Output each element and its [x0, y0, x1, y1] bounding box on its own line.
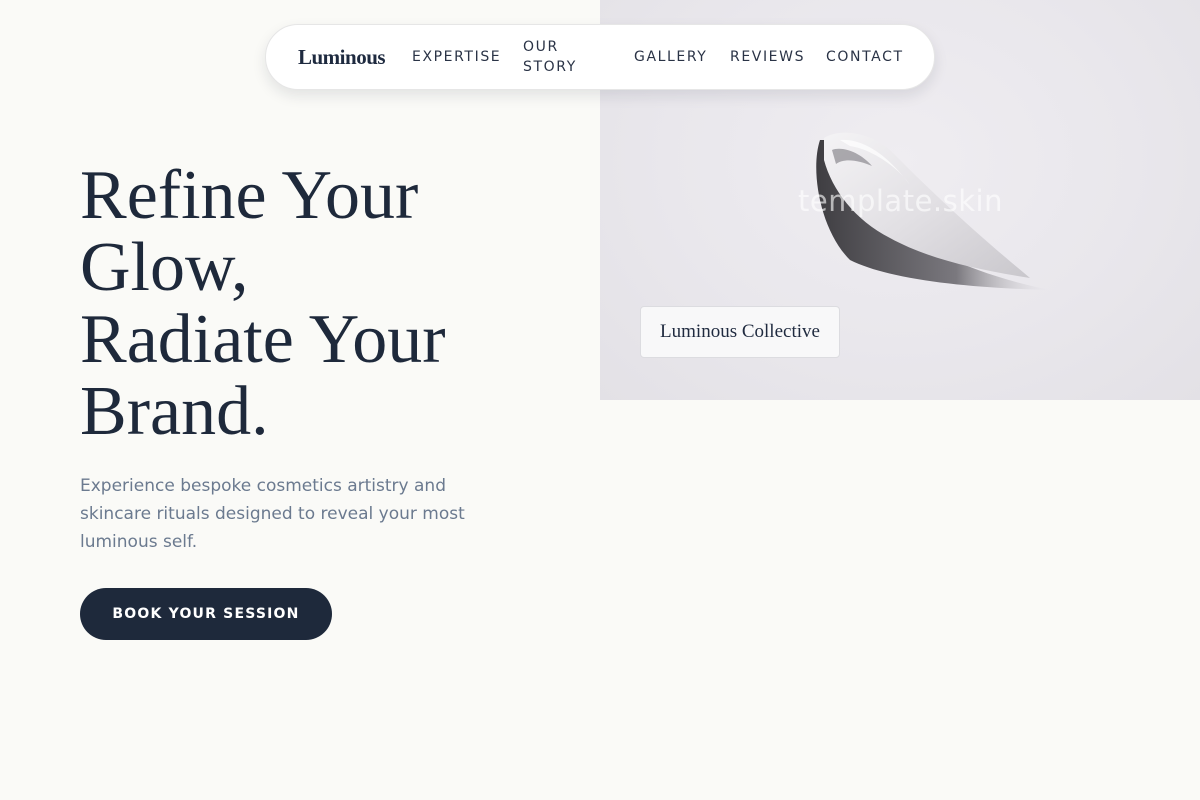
book-session-button[interactable]: BOOK YOUR SESSION	[80, 588, 332, 640]
image-caption-tag: Luminous Collective	[640, 306, 840, 358]
nav-link-gallery[interactable]: GALLERY	[634, 47, 707, 67]
headline-line: Glow,	[80, 229, 249, 306]
hero-subtext: Experience bespoke cosmetics artistry an…	[80, 476, 465, 552]
headline-line: Brand.	[80, 373, 269, 450]
nav-link-contact[interactable]: CONTACT	[826, 47, 904, 67]
hero-headline: Refine Your Glow, Radiate Your Brand.	[80, 160, 580, 448]
headline-line: Refine Your	[80, 157, 419, 234]
nav-link-our-story[interactable]: OUR STORY	[523, 37, 593, 77]
image-watermark: template.skin	[798, 184, 1003, 218]
nav-link-reviews[interactable]: REVIEWS	[730, 47, 805, 67]
nav-link-expertise[interactable]: EXPERTISE	[412, 47, 501, 67]
brand-logo[interactable]: Luminous	[298, 45, 386, 70]
main-navigation: Luminous EXPERTISE OUR STORY GALLERY REV…	[265, 24, 935, 90]
landing-page: template.skin Luminous Collective Lumino…	[0, 0, 1200, 800]
headline-line: Radiate Your	[80, 301, 446, 378]
